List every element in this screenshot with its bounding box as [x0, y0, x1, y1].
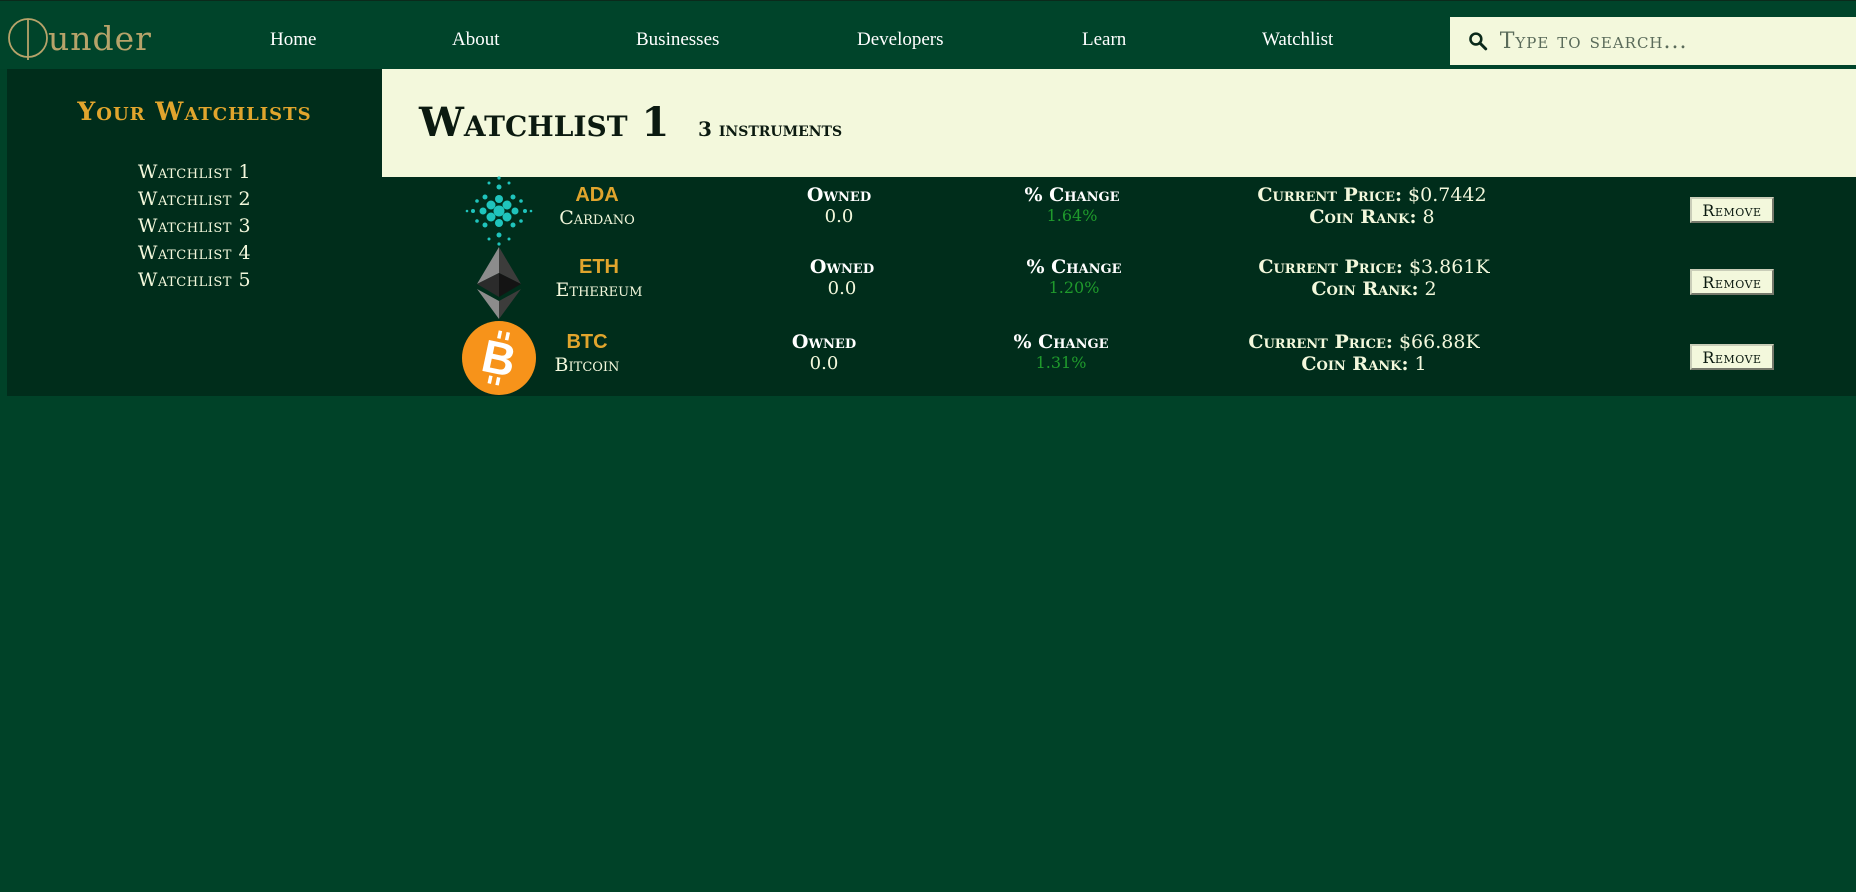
rank-value: 8 — [1422, 206, 1435, 228]
logo-icon — [8, 18, 48, 60]
sidebar-item-watchlist-2[interactable]: Watchlist 2 — [7, 186, 382, 213]
price-label: Current Price: — [1258, 256, 1403, 278]
remove-button[interactable]: Remove — [1690, 197, 1774, 223]
coin-name: Bitcoin — [554, 354, 620, 376]
top-navbar: under Home About Businesses Developers L… — [0, 0, 1856, 69]
search-icon[interactable] — [1468, 31, 1488, 51]
list-item: B BTC Bitcoin Owned 0.0 % Change 1.31% C… — [382, 321, 1856, 396]
watchlists-sidebar: Your Watchlists Watchlist 1 Watchlist 2 … — [7, 69, 382, 396]
search-input[interactable] — [1497, 27, 1856, 55]
nav-home[interactable]: Home — [270, 29, 316, 51]
owned-value: 0.0 — [827, 278, 857, 299]
nav-learn[interactable]: Learn — [1082, 29, 1126, 51]
rank-label: Coin Rank: — [1311, 278, 1419, 300]
change-value: 1.20% — [1048, 278, 1100, 297]
owned-label: Owned — [809, 256, 875, 278]
watchlist-header: Watchlist 1 3 instruments — [382, 69, 1856, 177]
price-label: Current Price: — [1248, 331, 1393, 353]
rank-value: 2 — [1424, 278, 1437, 300]
remove-button[interactable]: Remove — [1690, 344, 1774, 370]
owned-value: 0.0 — [824, 206, 854, 227]
price-value: $66.88K — [1398, 331, 1480, 353]
rank-label: Coin Rank: — [1309, 206, 1417, 228]
logo-text: under — [48, 18, 152, 58]
nav-watchlist[interactable]: Watchlist — [1262, 29, 1333, 51]
change-value: 1.31% — [1035, 353, 1087, 372]
coin-symbol[interactable]: ETH — [547, 256, 651, 279]
price-value: $3.861K — [1408, 256, 1490, 278]
coin-symbol[interactable]: BTC — [537, 331, 637, 354]
cardano-icon — [465, 176, 533, 246]
coin-symbol[interactable]: ADA — [547, 184, 647, 207]
owned-label: Owned — [791, 331, 857, 353]
watchlist-list: Watchlist 1 Watchlist 2 Watchlist 3 Watc… — [7, 159, 382, 294]
rank-label: Coin Rank: — [1301, 353, 1409, 375]
coin-name: Ethereum — [555, 279, 643, 301]
sidebar-item-watchlist-3[interactable]: Watchlist 3 — [7, 213, 382, 240]
list-item: ETH Ethereum Owned 0.0 % Change 1.20% Cu… — [382, 247, 1856, 321]
owned-label: Owned — [806, 184, 872, 206]
remove-button[interactable]: Remove — [1690, 269, 1774, 295]
search-box — [1450, 17, 1856, 65]
page-title: Watchlist 1 — [419, 99, 670, 146]
price-value: $0.7442 — [1408, 184, 1487, 206]
nav-about[interactable]: About — [452, 29, 500, 51]
coin-name: Cardano — [559, 207, 635, 229]
bitcoin-icon: B — [462, 321, 536, 395]
sidebar-item-watchlist-1[interactable]: Watchlist 1 — [7, 159, 382, 186]
ethereum-icon — [477, 247, 521, 319]
change-value: 1.64% — [1046, 206, 1098, 225]
logo[interactable]: under — [6, 15, 152, 61]
nav-developers[interactable]: Developers — [857, 29, 944, 51]
change-label: % Change — [1024, 184, 1120, 206]
instrument-list: ADA Cardano Owned 0.0 % Change 1.64% Cur… — [382, 176, 1856, 396]
rank-value: 1 — [1414, 353, 1427, 375]
sidebar-item-watchlist-5[interactable]: Watchlist 5 — [7, 267, 382, 294]
sidebar-item-watchlist-4[interactable]: Watchlist 4 — [7, 240, 382, 267]
list-item: ADA Cardano Owned 0.0 % Change 1.64% Cur… — [382, 176, 1856, 249]
instrument-count: 3 instruments — [698, 117, 843, 141]
nav-businesses[interactable]: Businesses — [636, 29, 719, 51]
change-label: % Change — [1026, 256, 1122, 278]
change-label: % Change — [1013, 331, 1109, 353]
owned-value: 0.0 — [809, 353, 839, 374]
sidebar-title: Your Watchlists — [77, 97, 312, 126]
price-label: Current Price: — [1257, 184, 1402, 206]
